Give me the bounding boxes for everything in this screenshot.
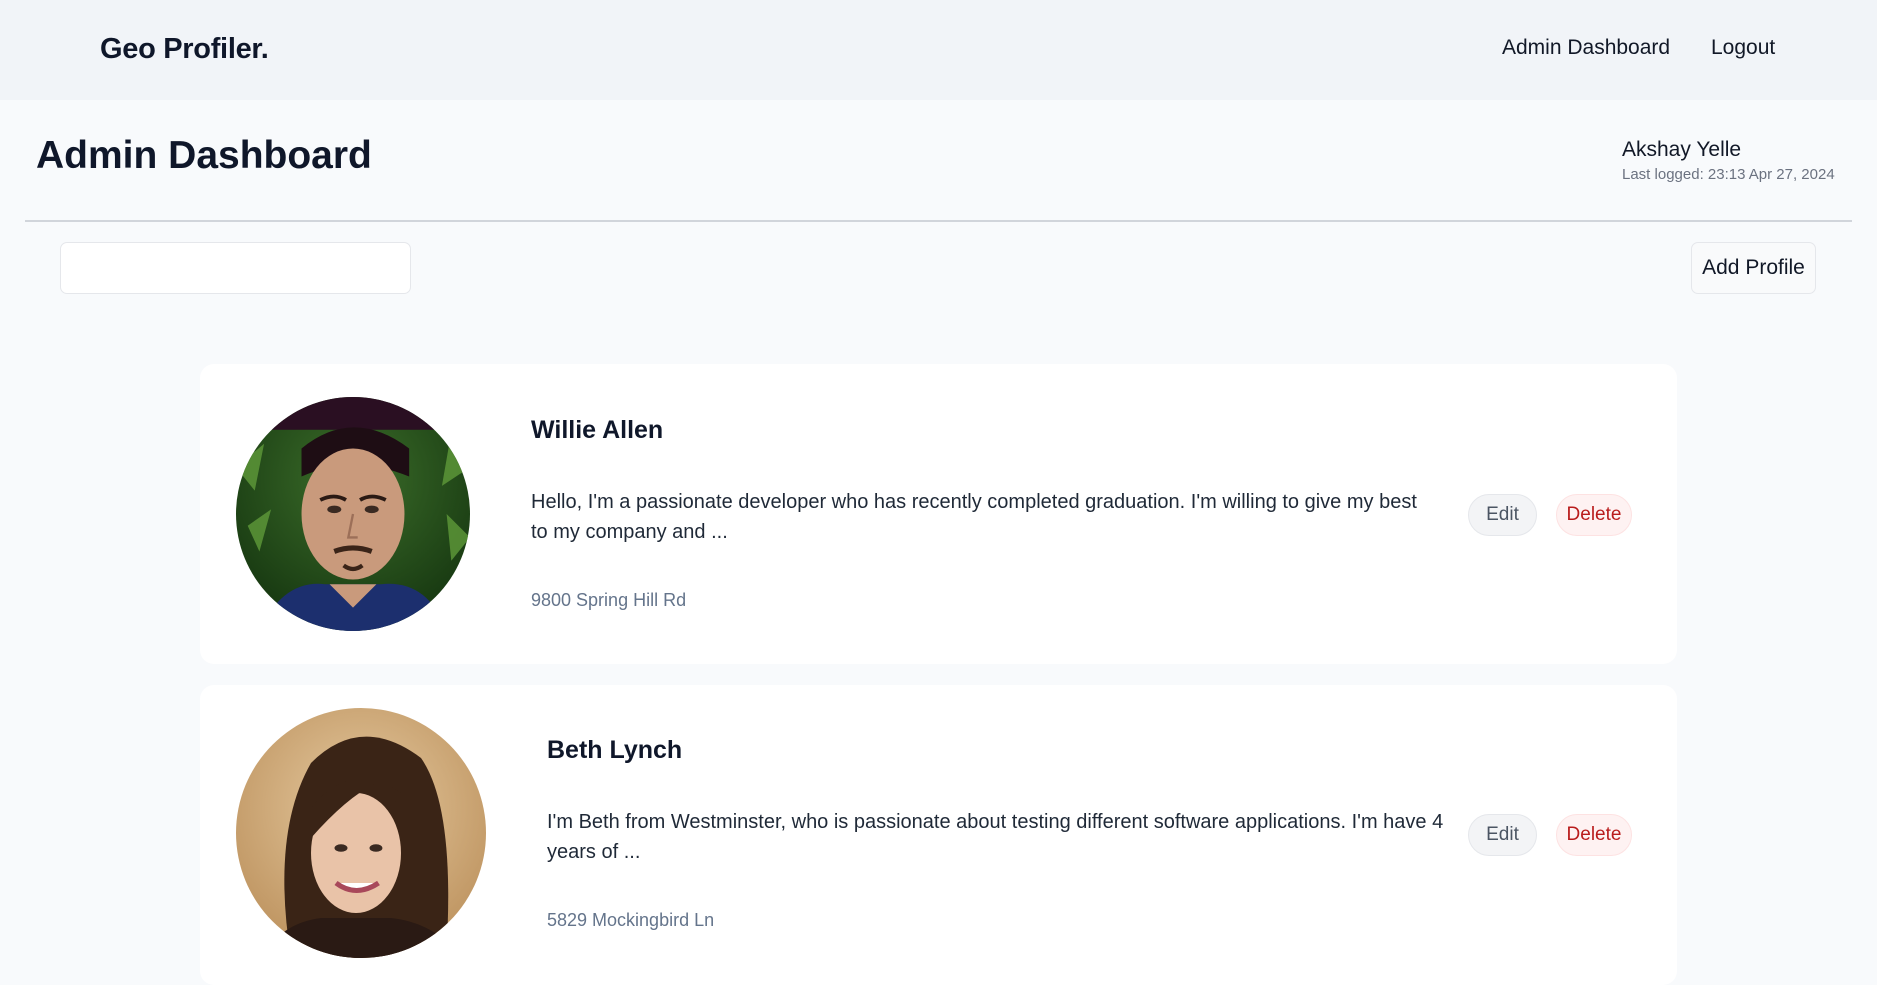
delete-button[interactable]: Delete — [1556, 814, 1632, 856]
profile-name[interactable]: Willie Allen — [531, 416, 663, 445]
profile-bio: Hello, I'm a passionate developer who ha… — [531, 491, 1417, 543]
man-portrait-icon — [236, 397, 470, 631]
profile-address: 5829 Mockingbird Ln — [547, 910, 715, 930]
nav-admin-dashboard-link[interactable]: Admin Dashboard — [1502, 36, 1670, 60]
nav-logout-link[interactable]: Logout — [1711, 36, 1775, 60]
profile-avatar — [236, 397, 470, 631]
last-logged-timestamp: Last logged: 23:13 Apr 27, 2024 — [1622, 166, 1835, 183]
woman-portrait-icon — [236, 708, 486, 958]
top-navbar: Geo Profiler. Admin Dashboard Logout — [0, 0, 1877, 100]
edit-button[interactable]: Edit — [1468, 814, 1537, 856]
profile-name[interactable]: Beth Lynch — [547, 736, 682, 765]
header-divider — [25, 220, 1852, 222]
profile-bio: I'm Beth from Westminster, who is passio… — [547, 811, 1444, 863]
search-input[interactable] — [60, 242, 411, 294]
profile-card: Beth Lynch I'm Beth from Westminster, wh… — [200, 685, 1677, 985]
profile-avatar — [236, 708, 486, 958]
current-user-name: Akshay Yelle — [1622, 138, 1742, 161]
delete-button[interactable]: Delete — [1556, 494, 1632, 536]
brand-logo[interactable]: Geo Profiler. — [100, 33, 269, 66]
profile-card: Willie Allen Hello, I'm a passionate dev… — [200, 364, 1677, 664]
profile-address: 9800 Spring Hill Rd — [531, 590, 687, 610]
edit-button[interactable]: Edit — [1468, 494, 1537, 536]
page-title: Admin Dashboard — [36, 134, 372, 177]
add-profile-button[interactable]: Add Profile — [1691, 242, 1816, 294]
